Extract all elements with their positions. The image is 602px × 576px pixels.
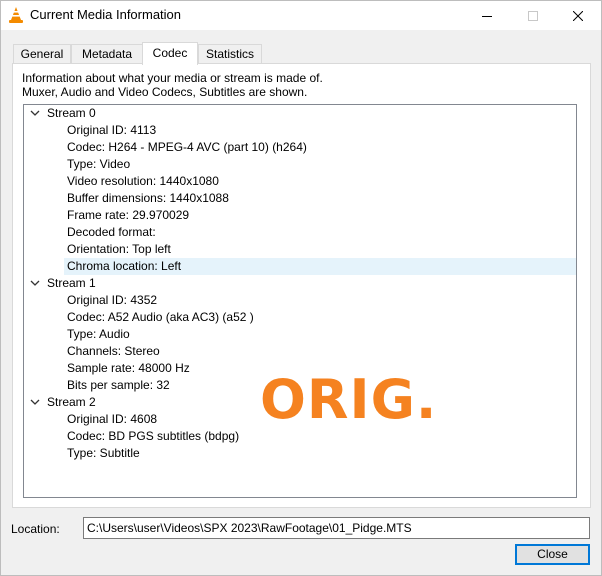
tree-item-label: Original ID: 4352 bbox=[67, 293, 158, 307]
tab-statistics[interactable]: Statistics bbox=[198, 44, 262, 63]
close-icon bbox=[573, 10, 583, 21]
location-field[interactable]: C:\Users\user\Videos\SPX 2023\RawFootage… bbox=[83, 517, 590, 539]
media-info-window: Current Media Information General Metada… bbox=[0, 0, 602, 576]
tree-item-label: Chroma location: Left bbox=[67, 259, 182, 273]
tree-item[interactable]: Original ID: 4352 bbox=[24, 292, 576, 309]
location-label: Location: bbox=[11, 522, 60, 536]
tree-item-label: Bits per sample: 32 bbox=[67, 378, 170, 392]
tree-item-label: Type: Video bbox=[67, 157, 131, 171]
tree-item-label: Decoded format: bbox=[67, 225, 156, 239]
tree-item[interactable]: Original ID: 4113 bbox=[24, 122, 576, 139]
tree-item[interactable]: Type: Subtitle bbox=[24, 445, 576, 462]
stream-label: Stream 1 bbox=[47, 276, 96, 290]
maximize-icon bbox=[528, 10, 538, 21]
tab-metadata[interactable]: Metadata bbox=[71, 44, 143, 63]
tab-general[interactable]: General bbox=[13, 44, 71, 63]
tree-item[interactable]: Buffer dimensions: 1440x1088 bbox=[24, 190, 576, 207]
tree-item-label: Original ID: 4113 bbox=[67, 123, 157, 137]
window-close-button[interactable] bbox=[555, 1, 601, 30]
stream-label: Stream 0 bbox=[47, 106, 96, 120]
tree-item-label: Type: Subtitle bbox=[67, 446, 140, 460]
tree-item-label: Original ID: 4608 bbox=[67, 412, 158, 426]
vlc-cone-icon bbox=[8, 6, 24, 24]
tree-item-label: Codec: BD PGS subtitles (bdpg) bbox=[67, 429, 240, 443]
tree-item[interactable]: Codec: A52 Audio (aka AC3) (a52 ) bbox=[24, 309, 576, 326]
tree-item-label: Channels: Stereo bbox=[67, 344, 160, 358]
chevron-down-icon[interactable] bbox=[30, 109, 40, 117]
tree-item-label: Type: Audio bbox=[67, 327, 130, 341]
tree-item[interactable]: Type: Video bbox=[24, 156, 576, 173]
codec-tree-view[interactable]: Stream 0 Original ID: 4113 Codec: H264 -… bbox=[23, 104, 577, 498]
maximize-button[interactable] bbox=[510, 1, 556, 30]
tree-item[interactable]: Video resolution: 1440x1080 bbox=[24, 173, 576, 190]
tree-item[interactable]: Channels: Stereo bbox=[24, 343, 576, 360]
tree-item-label: Frame rate: 29.970029 bbox=[67, 208, 190, 222]
orig-watermark: ORIG. bbox=[260, 368, 438, 431]
close-button[interactable]: Close bbox=[515, 544, 590, 565]
stream-label: Stream 2 bbox=[47, 395, 96, 409]
tree-item-selected[interactable]: Chroma location: Left bbox=[24, 258, 576, 275]
chevron-down-icon[interactable] bbox=[30, 398, 40, 406]
window-title: Current Media Information bbox=[30, 7, 182, 22]
tree-item-label: Orientation: Top left bbox=[67, 242, 171, 256]
minimize-icon bbox=[482, 15, 492, 17]
codec-info-line-2: Muxer, Audio and Video Codecs, Subtitles… bbox=[22, 85, 308, 99]
title-bar: Current Media Information bbox=[1, 1, 601, 30]
tree-stream-0[interactable]: Stream 0 bbox=[24, 105, 576, 122]
tree-item-label: Codec: A52 Audio (aka AC3) (a52 ) bbox=[67, 310, 254, 324]
tree-item-label: Sample rate: 48000 Hz bbox=[67, 361, 190, 375]
tree-stream-1[interactable]: Stream 1 bbox=[24, 275, 576, 292]
tab-codec[interactable]: Codec bbox=[142, 42, 198, 65]
tree-item-label: Codec: H264 - MPEG-4 AVC (part 10) (h264… bbox=[67, 140, 307, 154]
tree-item[interactable]: Type: Audio bbox=[24, 326, 576, 343]
minimize-button[interactable] bbox=[464, 1, 510, 30]
tree-item[interactable]: Codec: H264 - MPEG-4 AVC (part 10) (h264… bbox=[24, 139, 576, 156]
chevron-down-icon[interactable] bbox=[30, 279, 40, 287]
tree-item-label: Video resolution: 1440x1080 bbox=[67, 174, 219, 188]
codec-info-line-1: Information about what your media or str… bbox=[22, 71, 323, 85]
tree-item[interactable]: Orientation: Top left bbox=[24, 241, 576, 258]
tree-item-label: Buffer dimensions: 1440x1088 bbox=[67, 191, 229, 205]
tree-item[interactable]: Decoded format: bbox=[24, 224, 576, 241]
tree-item[interactable]: Frame rate: 29.970029 bbox=[24, 207, 576, 224]
